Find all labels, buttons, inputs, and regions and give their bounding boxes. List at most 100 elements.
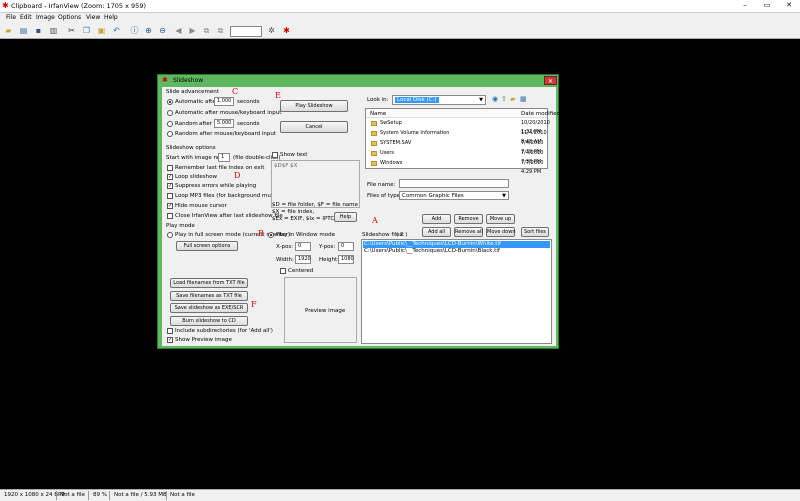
- close-icon[interactable]: ✕: [778, 0, 800, 11]
- auto-seconds-input[interactable]: 1.000: [214, 97, 234, 106]
- file-name-input[interactable]: [399, 179, 509, 188]
- file-list-item[interactable]: Users 7/4/2010 7:38 PM: [367, 149, 546, 165]
- status-separator: [166, 491, 167, 500]
- start-image-input[interactable]: 1: [218, 153, 230, 162]
- minimize-icon[interactable]: –: [734, 0, 756, 11]
- add-all-button[interactable]: Add all: [422, 227, 451, 237]
- xpos-input[interactable]: 0: [295, 242, 311, 251]
- random-mouse-label: Random after mouse/keyboard input: [175, 131, 276, 137]
- new-folder-icon[interactable]: ▰: [510, 95, 515, 103]
- first-page-icon[interactable]: ⧉: [201, 25, 212, 36]
- previous-icon[interactable]: ◀: [173, 25, 184, 36]
- add-button[interactable]: Add: [422, 214, 451, 224]
- close-after-last-checkbox[interactable]: [167, 213, 173, 219]
- next-icon[interactable]: ▶: [187, 25, 198, 36]
- loop-mp3-checkbox[interactable]: [167, 193, 173, 199]
- undo-icon[interactable]: ↶: [111, 25, 122, 36]
- file-list-col-name[interactable]: Name: [370, 111, 386, 117]
- fullscreen-radio[interactable]: [167, 232, 173, 238]
- look-in-value: Local Disk (C:): [395, 97, 439, 103]
- menu-image[interactable]: Image: [36, 14, 55, 21]
- hide-cursor-checkbox[interactable]: ✓: [167, 203, 173, 209]
- cancel-button[interactable]: Cancel: [280, 121, 348, 133]
- open-folder-icon[interactable]: ▰: [3, 25, 14, 36]
- menu-options[interactable]: Options: [58, 14, 81, 21]
- zoom-in-icon[interactable]: ⊕: [143, 25, 154, 36]
- show-text-template-box[interactable]: $D$F $X: [271, 160, 360, 208]
- random-mouse-radio[interactable]: [167, 131, 173, 137]
- height-input[interactable]: 1080: [338, 255, 354, 264]
- ypos-input[interactable]: 0: [338, 242, 354, 251]
- slideshow-file-item[interactable]: C:\Users\Public\__Techniques\LCD-Burnin\…: [363, 241, 550, 248]
- menu-file[interactable]: File: [6, 14, 16, 21]
- folder-icon: [371, 141, 377, 146]
- look-in-dropdown[interactable]: Local Disk (C:) ▼: [392, 95, 486, 105]
- menu-view[interactable]: View: [86, 14, 100, 21]
- remove-all-button[interactable]: Remove all: [454, 227, 483, 237]
- zoom-input[interactable]: [230, 26, 262, 37]
- paste-icon[interactable]: ▣: [96, 25, 107, 36]
- width-input[interactable]: 1920: [295, 255, 311, 264]
- irfanview-about-icon[interactable]: ✱: [281, 25, 292, 36]
- menu-help[interactable]: Help: [104, 14, 118, 21]
- burn-cd-button[interactable]: Burn slideshow to CD: [170, 316, 248, 326]
- file-list-col-date[interactable]: Date modified: [521, 111, 560, 117]
- file-list-item[interactable]: SwSetup 10/20/2010 1:32 PM: [367, 119, 550, 135]
- random-seconds-input[interactable]: 5.000: [214, 119, 234, 128]
- copy-icon[interactable]: ❐: [81, 25, 92, 36]
- back-icon[interactable]: ◉: [492, 95, 498, 103]
- remove-button[interactable]: Remove: [454, 214, 483, 224]
- file-type-value: Common Graphic Files: [402, 193, 464, 199]
- show-preview-checkbox[interactable]: ✓: [167, 337, 173, 343]
- file-type-dropdown[interactable]: Common Graphic Files ▼: [399, 191, 509, 200]
- loop-mp3-label: Loop MP3 files (for background music): [175, 193, 281, 199]
- suppress-errors-checkbox[interactable]: ✓: [167, 183, 173, 189]
- sort-files-button[interactable]: Sort files: [521, 227, 549, 237]
- auto-mouse-radio[interactable]: [167, 110, 173, 116]
- include-subdirs-checkbox[interactable]: [167, 328, 173, 334]
- slideshow-file-item[interactable]: C:\Users\Public\__Techniques\LCD-Burnin\…: [363, 248, 500, 255]
- random-radio[interactable]: [167, 121, 173, 127]
- show-preview-label: Show Preview image: [175, 337, 232, 343]
- save-icon[interactable]: ▪: [33, 25, 44, 36]
- last-page-icon[interactable]: ⧉: [215, 25, 226, 36]
- help-button[interactable]: Help: [334, 212, 357, 222]
- file-item-name: SYSTEM.SAV: [380, 140, 412, 146]
- move-up-button[interactable]: Move up: [486, 214, 515, 224]
- menu-edit[interactable]: Edit: [20, 14, 32, 21]
- up-folder-icon[interactable]: ⇧: [501, 95, 507, 103]
- print-icon[interactable]: ▥: [48, 25, 59, 36]
- info-icon[interactable]: ⓘ: [129, 25, 140, 36]
- slideshow-icon[interactable]: ▤: [18, 25, 29, 36]
- options-heading: Slideshow options: [166, 145, 216, 151]
- view-menu-icon[interactable]: ▦: [520, 95, 527, 103]
- centered-checkbox[interactable]: [280, 268, 286, 274]
- dialog-close-icon[interactable]: ✕: [544, 76, 557, 85]
- remember-index-checkbox[interactable]: [167, 165, 173, 171]
- zoom-out-icon[interactable]: ⊖: [157, 25, 168, 36]
- show-text-checkbox[interactable]: [272, 152, 278, 158]
- save-exe-button[interactable]: Save slideshow as EXE/SCR: [170, 303, 248, 313]
- file-item-name: System Volume Information: [380, 130, 450, 136]
- save-filenames-button[interactable]: Save filenames as TXT file: [170, 291, 248, 301]
- slideshow-files-count: ( 2 ): [396, 232, 408, 238]
- play-slideshow-button[interactable]: Play Slideshow: [280, 100, 348, 112]
- dialog-title: Slideshow: [173, 77, 204, 84]
- load-filenames-button[interactable]: Load filenames from TXT file: [170, 278, 248, 288]
- chevron-down-icon: ▼: [479, 97, 483, 103]
- file-list-item[interactable]: System Volume Information 11/4/2010 8:48 …: [367, 129, 547, 145]
- dialog-app-icon: ✱: [162, 76, 168, 84]
- window-mode-radio[interactable]: [268, 232, 274, 238]
- maximize-icon[interactable]: ▭: [756, 0, 778, 11]
- file-list-item[interactable]: Windows 7/7/2010 4:29 PM: [367, 159, 546, 175]
- fullscreen-options-button[interactable]: Full screen options: [176, 241, 238, 251]
- move-down-button[interactable]: Move down: [486, 227, 516, 237]
- file-list-header: [366, 109, 547, 118]
- cut-icon[interactable]: ✂: [66, 25, 77, 36]
- file-list[interactable]: Name Date modified SwSetup 10/20/2010 1:3…: [365, 108, 560, 175]
- file-list-item[interactable]: SYSTEM.SAV 7/4/2010 7:39 PM: [367, 139, 546, 155]
- loop-slideshow-checkbox[interactable]: ✓: [167, 174, 173, 180]
- slideshow-files-list[interactable]: C:\Users\Public\__Techniques\LCD-Burnin\…: [361, 239, 552, 344]
- settings-icon[interactable]: ✲: [266, 25, 277, 36]
- auto-after-radio[interactable]: [167, 99, 173, 105]
